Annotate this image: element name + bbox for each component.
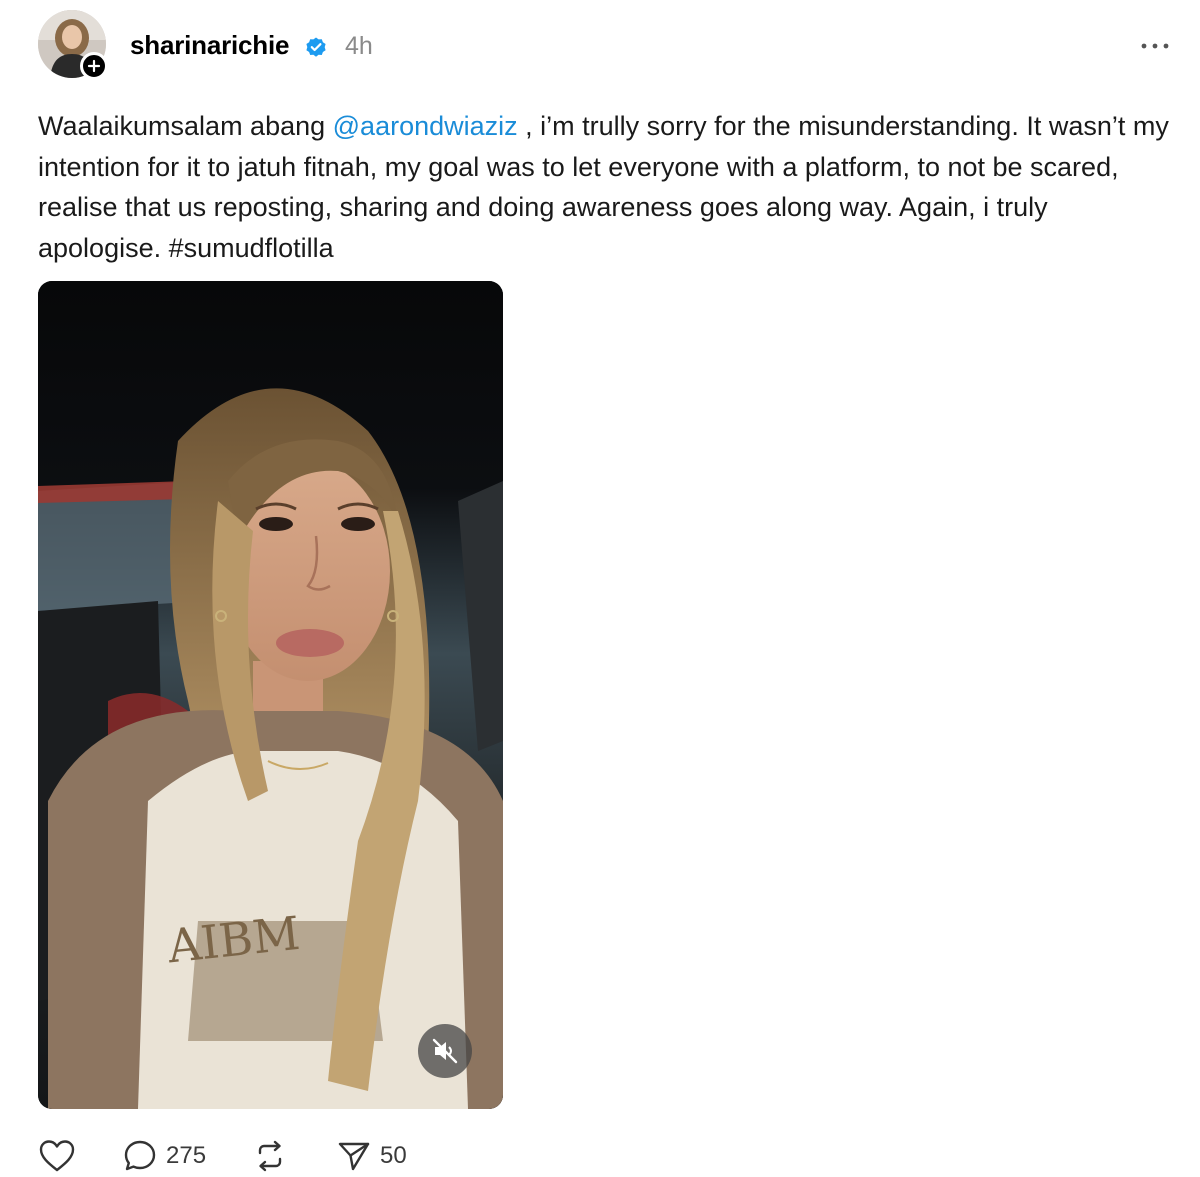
comment-icon — [124, 1140, 156, 1171]
reply-count: 275 — [166, 1142, 207, 1169]
reply-button[interactable]: 275 — [122, 1136, 206, 1176]
post-text: Waalaikumsalam abang @aarondwiaziz , i’m… — [38, 106, 1173, 268]
plus-icon — [87, 59, 101, 73]
more-horizontal-icon[interactable] — [1138, 36, 1172, 56]
send-icon — [338, 1142, 370, 1171]
post-timestamp: 4h — [345, 32, 373, 60]
post-text-lead: Waalaikumsalam abang — [38, 111, 333, 141]
post-video[interactable]: AIBM — [38, 281, 503, 1109]
follow-button[interactable] — [80, 52, 108, 80]
mute-toggle-button[interactable] — [418, 1024, 472, 1078]
mention-link[interactable]: @aarondwiaziz — [333, 111, 518, 141]
repost-icon — [258, 1140, 282, 1172]
heart-icon — [39, 1140, 75, 1172]
speaker-muted-icon — [432, 1038, 458, 1064]
like-button[interactable] — [38, 1136, 76, 1176]
author-username[interactable]: sharinarichie — [130, 30, 289, 61]
share-button[interactable]: 50 — [336, 1136, 407, 1176]
thread-post: sharinarichie 4h Waalaikumsalam abang @a… — [0, 0, 1200, 1177]
author-avatar-wrap[interactable] — [38, 10, 110, 82]
repost-button[interactable] — [252, 1136, 288, 1176]
verified-badge-icon — [306, 37, 326, 57]
share-count: 50 — [380, 1142, 407, 1169]
